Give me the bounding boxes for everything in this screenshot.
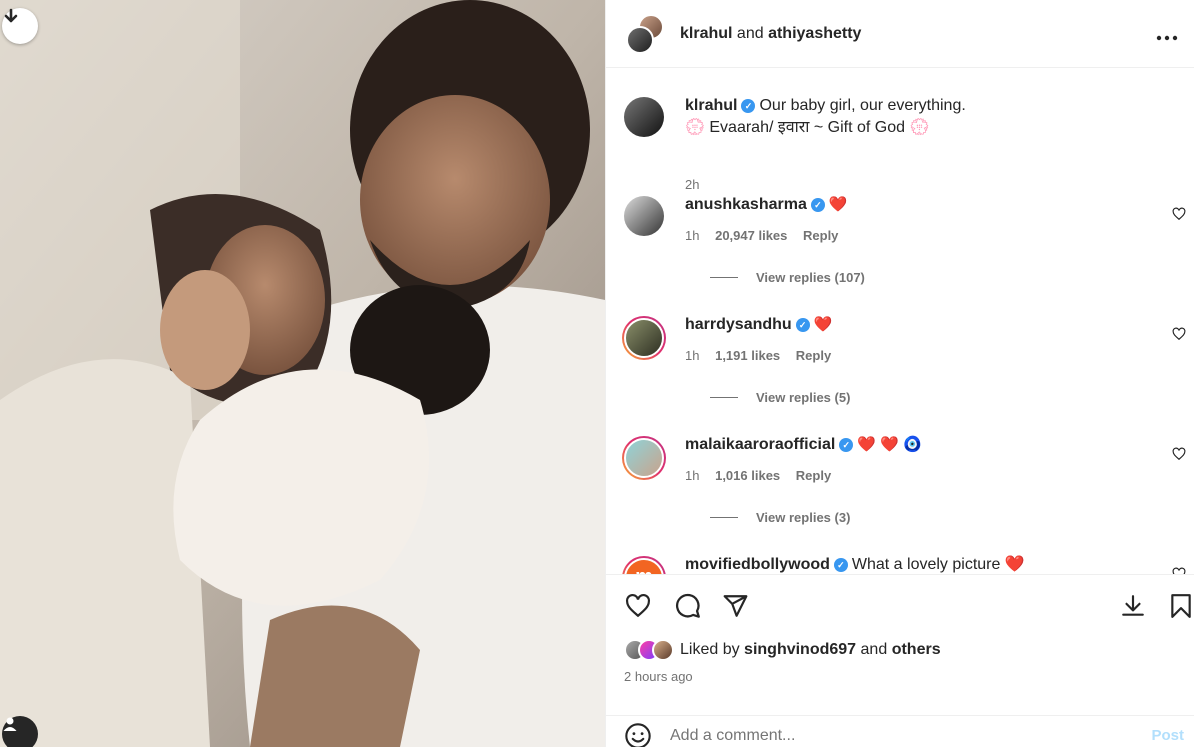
timestamp: 1h (685, 348, 700, 363)
timestamp: 1h (685, 228, 700, 243)
divider (710, 397, 738, 398)
flower-emoji: 💮 (685, 119, 705, 136)
timestamp: 2h (685, 177, 700, 192)
comment-text: anushkasharma ✓ ❤️ (685, 194, 848, 216)
comment-meta: 1h 20,947 likes Reply (685, 228, 850, 243)
view-replies-label: View replies (107) (756, 270, 865, 285)
username[interactable]: anushkasharma (685, 196, 807, 213)
user-icon (3, 717, 17, 731)
share-button[interactable] (722, 593, 749, 619)
heart-outline-icon[interactable] (1172, 567, 1186, 574)
add-comment-bar: Post (606, 715, 1194, 747)
comment-body: What a lovely picture ❤️ (851, 556, 1025, 573)
comment-body: ❤️ (813, 316, 833, 333)
comment-input[interactable] (670, 726, 1100, 745)
collab-avatars[interactable] (622, 13, 666, 54)
comment-body: ❤️ (828, 196, 848, 213)
post-button[interactable]: Post (1151, 727, 1184, 744)
post-header: klrahul and athiyashetty (606, 0, 1194, 68)
verified-icon: ✓ (810, 198, 825, 212)
avatar[interactable] (622, 436, 666, 480)
avatar[interactable] (624, 196, 664, 236)
view-replies-label: View replies (5) (756, 390, 851, 405)
divider (710, 277, 738, 278)
reply-button[interactable]: Reply (796, 348, 831, 363)
divider (710, 517, 738, 518)
heart-outline-icon[interactable] (1172, 447, 1186, 461)
comments-list[interactable]: klrahul ✓ Our baby girl, our everything. 💮… (606, 69, 1194, 574)
username[interactable]: movifiedbollywood (685, 556, 830, 573)
verified-icon: ✓ (741, 98, 756, 113)
verified-icon: ✓ (795, 318, 810, 332)
flower-emoji: 💮 (909, 119, 930, 136)
comment-meta: 1h 1,016 likes Reply (685, 468, 843, 483)
avatar (652, 639, 674, 661)
author-link[interactable]: athiyashetty (768, 25, 861, 42)
heart-outline-icon[interactable] (1172, 207, 1186, 221)
comment-text: malaikaaroraofficial ✓ ❤️ ❤️ 🧿 (685, 434, 922, 456)
avatar-letter: m (624, 558, 664, 574)
like-count[interactable]: 20,947 likes (715, 228, 787, 243)
username[interactable]: harrdysandhu (685, 316, 792, 333)
comment-button[interactable] (674, 593, 701, 620)
like-count[interactable]: 1,016 likes (715, 468, 780, 483)
verified-icon: ✓ (833, 557, 848, 572)
post-actions: Liked by singhvinod697 and others 2 hour… (606, 574, 1194, 747)
post-authors: klrahul and athiyashetty (680, 25, 861, 43)
like-count[interactable]: 1,191 likes (715, 348, 780, 363)
username[interactable]: malaikaaroraofficial (685, 436, 835, 453)
save-button[interactable] (1170, 593, 1192, 619)
liked-by: Liked by singhvinod697 and others (624, 639, 941, 661)
photo-illustration (0, 0, 605, 747)
caption-meta: 2h (685, 177, 711, 192)
more-options-button[interactable] (1156, 21, 1178, 47)
author-and: and (736, 24, 764, 42)
download-badge[interactable] (2, 8, 38, 44)
like-button[interactable] (624, 593, 652, 619)
caption-line1: Our baby girl, our everything. (759, 97, 966, 114)
avatar[interactable] (624, 97, 664, 137)
verified-icon: ✓ (839, 438, 854, 452)
post-photo[interactable] (0, 0, 605, 747)
reply-button[interactable]: Reply (803, 228, 838, 243)
author-link[interactable]: klrahul (680, 25, 732, 42)
avatar (626, 25, 654, 54)
liked-by-and: and (860, 641, 888, 658)
post-time-ago: 2 hours ago (624, 669, 693, 684)
reply-button[interactable]: Reply (796, 468, 831, 483)
view-replies-label: View replies (3) (756, 510, 851, 525)
caption-text: klrahul ✓ Our baby girl, our everything. 💮… (685, 95, 966, 139)
view-replies-button[interactable]: View replies (5) (710, 390, 850, 405)
comment-text: movifiedbollywood ✓ What a lovely picture … (685, 554, 1025, 574)
arrow-down-icon (4, 8, 18, 23)
avatar[interactable] (622, 316, 666, 360)
download-button[interactable] (1120, 593, 1146, 619)
view-replies-button[interactable]: View replies (107) (710, 270, 865, 285)
liked-by-others-link[interactable]: others (892, 641, 941, 658)
liked-by-text: Liked by singhvinod697 and others (680, 641, 941, 659)
emoji-icon[interactable] (624, 722, 652, 747)
avatar[interactable]: m (622, 556, 666, 574)
timestamp: 1h (685, 468, 700, 483)
heart-outline-icon[interactable] (1172, 327, 1186, 341)
liked-by-user-link[interactable]: singhvinod697 (744, 641, 856, 658)
view-replies-button[interactable]: View replies (3) (710, 510, 850, 525)
username[interactable]: klrahul (685, 97, 737, 114)
caption-line2: Evaarah/ इवारा ~ Gift of God (709, 119, 906, 136)
tagged-users-badge[interactable] (2, 716, 38, 747)
comment-text: harrdysandhu ✓ ❤️ (685, 314, 832, 336)
comment-meta: 1h 1,191 likes Reply (685, 348, 843, 363)
more-horizontal-icon (1156, 35, 1178, 40)
liked-by-prefix: Liked by (680, 641, 740, 658)
post-side-panel: klrahul and athiyashetty klrahul ✓ Our bab… (605, 0, 1194, 747)
comment-body: ❤️ ❤️ 🧿 (857, 436, 922, 453)
